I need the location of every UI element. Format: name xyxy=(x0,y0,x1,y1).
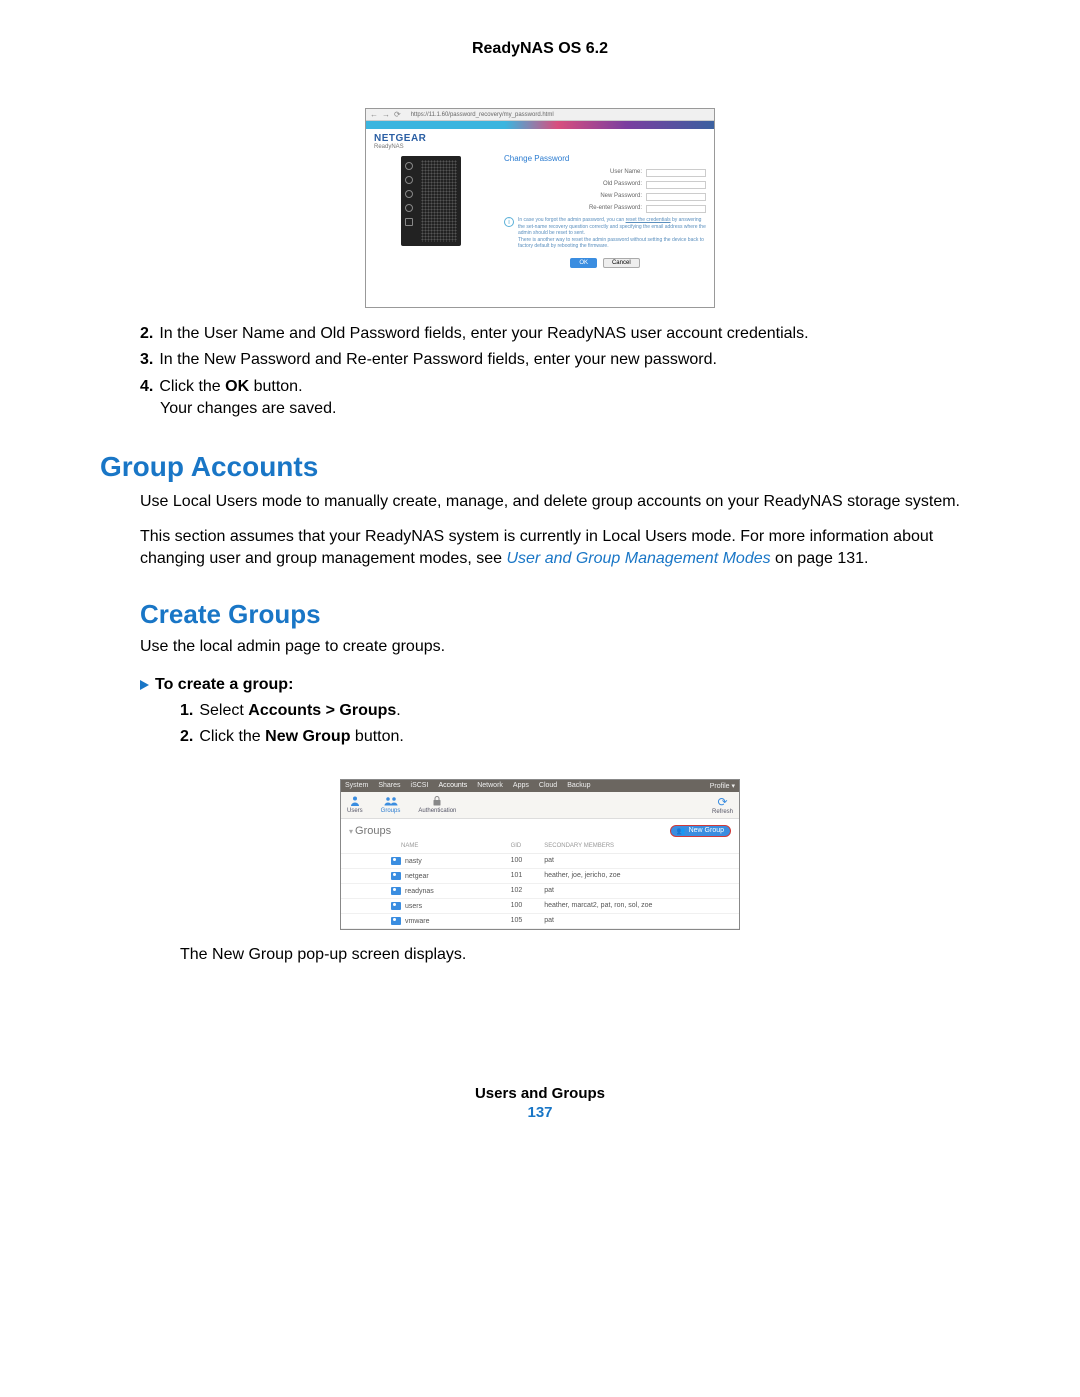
username-input[interactable] xyxy=(646,169,706,177)
procedure-heading: To create a group: xyxy=(100,676,980,694)
nas-device-image xyxy=(401,156,461,246)
refresh-button[interactable]: ⟳ Refresh xyxy=(712,795,733,815)
refresh-icon: ⟳ xyxy=(712,795,733,809)
brand-banner xyxy=(366,121,714,129)
groups-panel-screenshot: System Shares iSCSI Accounts Network App… xyxy=(340,779,740,930)
group-row-icon xyxy=(391,902,401,910)
address-url: https://11.1.60/password_recovery/my_pas… xyxy=(411,112,554,118)
group-row-icon xyxy=(391,857,401,865)
group-accounts-heading: Group Accounts xyxy=(100,451,980,483)
table-row[interactable]: readynas102pat xyxy=(341,883,739,898)
subnav-auth[interactable]: Authentication xyxy=(418,795,456,815)
col-gid: GID xyxy=(507,841,541,854)
oldpw-label: Old Password: xyxy=(562,181,642,189)
groups-panel-title: ▾Groups xyxy=(349,825,391,837)
group-row-icon xyxy=(391,887,401,895)
reload-icon: ⟳ xyxy=(394,110,401,119)
username-label: User Name: xyxy=(562,169,642,177)
user-icon xyxy=(349,795,361,807)
nav-system[interactable]: System xyxy=(345,782,368,790)
nav-iscsi[interactable]: iSCSI xyxy=(411,782,429,790)
new-group-icon: 👥 xyxy=(677,827,686,835)
sub-nav: Users Groups Authentication ⟳ Refresh xyxy=(341,792,739,819)
procedure-arrow-icon xyxy=(140,680,149,690)
change-password-screenshot: ← → ⟳ https://11.1.60/password_recovery/… xyxy=(365,108,715,308)
group-icon xyxy=(384,795,398,807)
reenter-password-input[interactable] xyxy=(646,205,706,213)
step-4: 4.Click the OK button. Your changes are … xyxy=(140,376,980,421)
new-group-button[interactable]: 👥 New Group xyxy=(670,825,731,837)
page-header: ReadyNAS OS 6.2 xyxy=(100,40,980,58)
step-3: 3.In the New Password and Re-enter Passw… xyxy=(140,349,980,371)
old-password-input[interactable] xyxy=(646,181,706,189)
brand-subtitle: ReadyNAS xyxy=(366,144,714,152)
nav-accounts[interactable]: Accounts xyxy=(438,782,467,790)
nav-cloud[interactable]: Cloud xyxy=(539,782,557,790)
subnav-groups[interactable]: Groups xyxy=(381,795,401,815)
step-2: 2.In the User Name and Old Password fiel… xyxy=(140,323,980,345)
nav-network[interactable]: Network xyxy=(477,782,503,790)
change-password-heading: Change Password xyxy=(504,154,706,163)
group-accounts-p2: This section assumes that your ReadyNAS … xyxy=(140,526,980,569)
table-row[interactable]: users100heather, marcat2, pat, ron, sol,… xyxy=(341,898,739,913)
col-name: NAME xyxy=(341,841,507,854)
group-accounts-p1: Use Local Users mode to manually create,… xyxy=(140,491,980,513)
table-row[interactable]: netgear101heather, joe, jericho, zoe xyxy=(341,868,739,883)
brand-logo: NETGEAR xyxy=(366,129,714,144)
browser-address-bar: ← → ⟳ https://11.1.60/password_recovery/… xyxy=(366,109,714,121)
user-group-modes-link[interactable]: User and Group Management Modes xyxy=(506,550,770,567)
cancel-button[interactable]: Cancel xyxy=(603,258,640,268)
repw-label: Re-enter Password: xyxy=(562,205,642,213)
groups-table: NAME GID SECONDARY MEMBERS nasty100patne… xyxy=(341,841,739,929)
create-groups-intro: Use the local admin page to create group… xyxy=(100,636,980,658)
cg-step-1: 1.Select Accounts > Groups. xyxy=(180,700,980,722)
info-text: In case you forgot the admin password, y… xyxy=(518,217,706,250)
top-nav: System Shares iSCSI Accounts Network App… xyxy=(341,780,739,792)
ok-button[interactable]: OK xyxy=(570,258,597,268)
nav-backup[interactable]: Backup xyxy=(567,782,590,790)
change-password-steps: 2.In the User Name and Old Password fiel… xyxy=(100,323,980,421)
page-footer: Users and Groups 137 xyxy=(100,1085,980,1121)
new-password-input[interactable] xyxy=(646,193,706,201)
forward-icon: → xyxy=(382,110,390,119)
nav-apps[interactable]: Apps xyxy=(513,782,529,790)
create-group-steps: 1.Select Accounts > Groups. 2.Click the … xyxy=(100,700,980,749)
group-row-icon xyxy=(391,917,401,925)
lock-icon xyxy=(432,795,442,807)
newpw-label: New Password: xyxy=(562,193,642,201)
table-row[interactable]: vmware105pat xyxy=(341,913,739,928)
nav-shares[interactable]: Shares xyxy=(378,782,400,790)
nav-profile[interactable]: Profile ▾ xyxy=(710,782,735,790)
new-group-popup-note: The New Group pop-up screen displays. xyxy=(100,944,980,966)
table-row[interactable]: nasty100pat xyxy=(341,853,739,868)
create-groups-heading: Create Groups xyxy=(100,599,980,630)
info-icon: i xyxy=(504,217,514,227)
cg-step-2: 2.Click the New Group button. xyxy=(180,726,980,748)
subnav-users[interactable]: Users xyxy=(347,795,363,815)
group-row-icon xyxy=(391,872,401,880)
back-icon: ← xyxy=(370,110,378,119)
reset-credentials-link[interactable]: reset the credentials xyxy=(626,217,671,223)
col-secondary: SECONDARY MEMBERS xyxy=(540,841,739,854)
